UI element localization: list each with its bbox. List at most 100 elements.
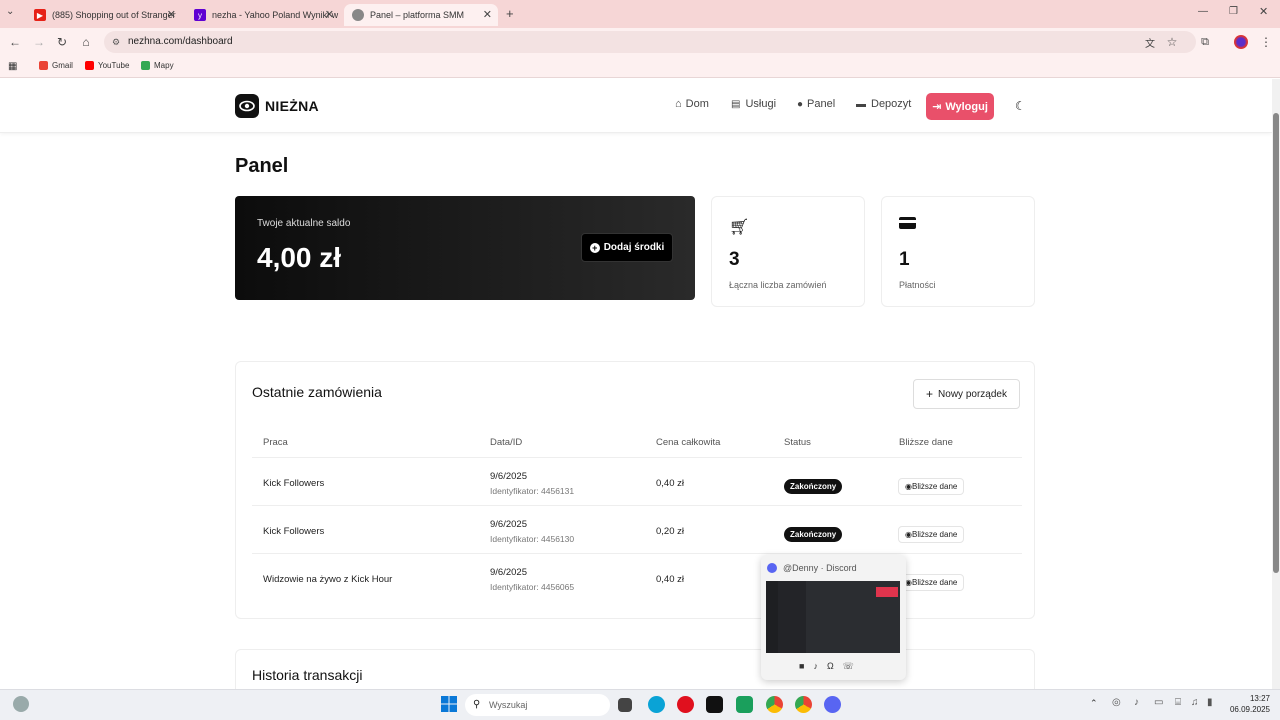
details-button[interactable]: ◉Bliższe dane: [898, 526, 965, 543]
order-date: 9/6/2025: [490, 519, 527, 530]
browser-menu-icon[interactable]: ⋮: [1257, 33, 1275, 51]
discord-icon[interactable]: [824, 696, 841, 713]
reload-icon[interactable]: ↻: [53, 33, 71, 51]
tab-list-chevron-icon[interactable]: ⌄: [6, 6, 14, 17]
order-work: Widzowie na żywo z Kick Hour: [263, 574, 393, 585]
balance-amount: 4,00 zł: [257, 242, 342, 273]
battery-icon[interactable]: ▮: [1207, 697, 1213, 708]
nav-depozyt[interactable]: ▬ Depozyt: [856, 98, 911, 110]
column-header-work: Praca: [263, 437, 288, 448]
browser-toolbar: ← → ↻ ⌂ ⚙ nezhna.com/dashboard 文 ☆ ⧉ ⋮: [0, 28, 1280, 56]
store-icon: ▤: [731, 98, 741, 110]
profile-avatar[interactable]: [1232, 33, 1250, 51]
volume-icon[interactable]: ♫: [1191, 697, 1199, 708]
home-icon[interactable]: ⌂: [77, 33, 95, 51]
credit-card-icon: [899, 217, 916, 229]
globe-icon: [352, 9, 364, 21]
close-tab-icon[interactable]: ✕: [167, 8, 176, 21]
maximize-icon[interactable]: ❐: [1229, 6, 1238, 17]
site-logo[interactable]: NIEŻNA: [235, 94, 319, 118]
order-id: Identyfikator: 4456131: [490, 486, 575, 496]
eye-icon: ◉: [905, 482, 912, 491]
close-tab-icon[interactable]: ✕: [325, 8, 334, 21]
close-window-icon[interactable]: ✕: [1259, 5, 1268, 18]
column-header-status: Status: [784, 437, 811, 448]
browser-tab-bar: ⌄ ▶ (885) Shopping out of Stranger ✕ y n…: [0, 0, 1280, 28]
taskbar-search[interactable]: ⚲ Wyszukaj: [465, 694, 610, 716]
stat-value: 1: [899, 249, 910, 270]
site-info-icon[interactable]: ⚙: [112, 31, 120, 53]
scrollbar-thumb[interactable]: [1273, 113, 1279, 573]
task-view-icon[interactable]: [618, 698, 632, 712]
nav-dom[interactable]: ⌂ Dom: [675, 98, 709, 110]
balance-label: Twoje aktualne saldo: [257, 218, 351, 229]
taskbar-clock[interactable]: 13:27 06.09.2025: [1226, 693, 1270, 715]
camera-icon[interactable]: ■: [799, 661, 813, 671]
logout-button[interactable]: ⇥ Wyloguj: [926, 93, 994, 120]
gmail-icon: [39, 61, 48, 70]
network-icon[interactable]: ⌸: [1175, 697, 1181, 708]
display-icon[interactable]: ▭: [1154, 697, 1163, 708]
browser-tab-youtube[interactable]: ▶ (885) Shopping out of Stranger ✕: [26, 4, 182, 26]
chrome-profile-icon[interactable]: [795, 696, 812, 713]
home-icon: ⌂: [675, 98, 682, 110]
back-icon[interactable]: ←: [6, 33, 24, 51]
nav-panel[interactable]: ● Panel: [797, 98, 835, 110]
add-funds-button[interactable]: + Dodaj środki: [581, 233, 673, 262]
new-tab-icon[interactable]: +: [506, 6, 514, 21]
opera-icon[interactable]: [677, 696, 694, 713]
details-button[interactable]: ◉Bliższe dane: [898, 574, 965, 591]
call-icon[interactable]: ☏: [843, 661, 863, 671]
eye-icon: ◉: [905, 530, 912, 539]
microphone-icon[interactable]: ♪: [1134, 697, 1139, 708]
translate-icon[interactable]: 文: [1141, 33, 1159, 51]
discord-window-preview[interactable]: @Denny · Discord ■♪Ω☏: [761, 555, 906, 680]
column-header-price: Cena całkowita: [656, 437, 721, 448]
details-button[interactable]: ◉Bliższe dane: [898, 478, 965, 495]
tray-chevron-icon[interactable]: ⌃: [1090, 698, 1098, 709]
yahoo-icon: y: [194, 9, 206, 21]
bookmark-youtube[interactable]: YouTube: [85, 61, 129, 70]
preview-controls: ■♪Ω☏: [799, 661, 863, 672]
minimize-icon[interactable]: —: [1198, 6, 1208, 17]
bookmark-mapy[interactable]: Mapy: [141, 61, 174, 70]
nav-label: Panel: [807, 98, 836, 110]
preview-thumbnail: [766, 581, 900, 653]
apps-grid-icon[interactable]: ▦: [8, 61, 17, 72]
chrome-icon[interactable]: [766, 696, 783, 713]
headphones-icon[interactable]: Ω: [827, 661, 843, 671]
nav-uslugi[interactable]: ▤ Usługi: [731, 98, 776, 110]
page-scrollbar[interactable]: [1272, 79, 1280, 689]
skype-icon[interactable]: [648, 696, 665, 713]
order-work: Kick Followers: [263, 478, 325, 489]
bookmark-star-icon[interactable]: ☆: [1163, 33, 1181, 51]
table-row: Widzowie na żywo z Kick Hour 9/6/2025 Id…: [252, 553, 1022, 601]
start-icon[interactable]: [441, 696, 458, 713]
order-id: Identyfikator: 4456130: [490, 534, 575, 544]
app-icon[interactable]: [736, 696, 753, 713]
order-id: Identyfikator: 4456065: [490, 582, 575, 592]
order-price: 0,20 zł: [656, 526, 684, 537]
bookmark-label: Gmail: [52, 61, 73, 70]
tray-app-icon[interactable]: ◎: [1112, 697, 1121, 708]
address-bar[interactable]: ⚙ nezhna.com/dashboard: [104, 31, 1196, 53]
weather-icon[interactable]: [13, 696, 29, 712]
terminal-icon[interactable]: [706, 696, 723, 713]
order-price: 0,40 zł: [656, 574, 684, 585]
nav-label: Usługi: [745, 98, 777, 110]
page-title: Panel: [235, 155, 289, 177]
details-label: Bliższe dane: [911, 530, 958, 539]
new-order-button[interactable]: + Nowy porządek: [913, 379, 1020, 409]
bookmark-gmail[interactable]: Gmail: [39, 61, 73, 70]
browser-tab-panel[interactable]: Panel – platforma SMM ✕: [344, 4, 498, 26]
close-tab-icon[interactable]: ✕: [483, 8, 492, 21]
search-icon: ⚲: [473, 699, 481, 710]
forward-icon[interactable]: →: [30, 33, 48, 51]
column-header-date-id: Data/ID: [490, 437, 523, 448]
dark-mode-toggle-icon[interactable]: ☾: [1015, 99, 1026, 113]
extensions-icon[interactable]: ⧉: [1196, 33, 1214, 51]
browser-tab-yahoo[interactable]: y nezha - Yahoo Poland Wyniki w ✕: [186, 4, 340, 26]
microphone-icon[interactable]: ♪: [813, 661, 827, 671]
new-order-label: Nowy porządek: [938, 388, 1007, 400]
url-text: nezhna.com/dashboard: [128, 36, 233, 47]
